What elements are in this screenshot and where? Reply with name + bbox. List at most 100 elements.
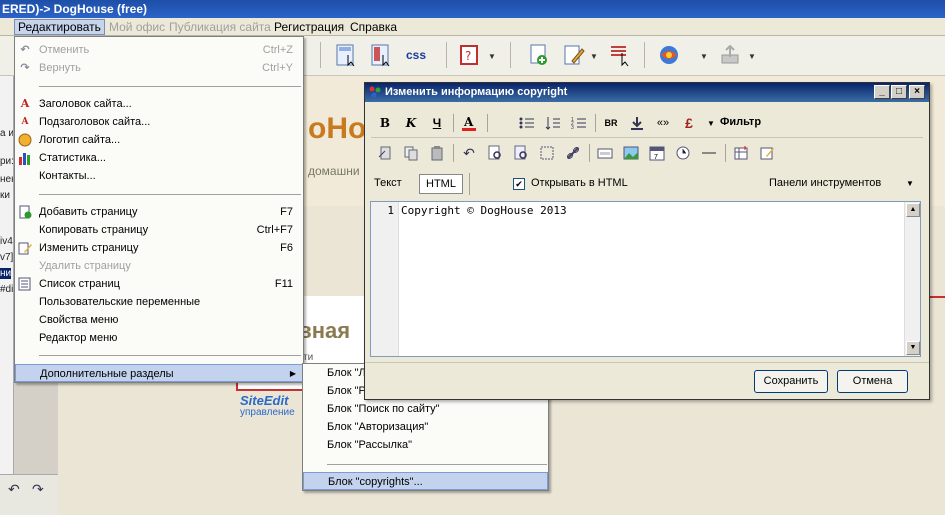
menu-registration[interactable]: Регистрация [271,19,347,35]
filter-button[interactable]: Фильтр [720,116,761,128]
menu-item-contacts[interactable]: Контакты... [15,167,303,185]
chevron-down-icon[interactable]: ▼ [906,179,914,188]
menu-edit[interactable]: Редактировать [14,19,105,35]
bullet-list-icon[interactable] [517,114,537,132]
menu-item-add-page[interactable]: Добавить страницу F7 [15,203,303,221]
menu-item-site-title[interactable]: A Заголовок сайта... [15,95,303,113]
left-panel: а и ри: нен ки iv4 v7] ни #di [0,76,14,515]
numbered-list-icon[interactable]: 123 [569,114,589,132]
save-button[interactable]: Сохранить [754,370,828,393]
code-editor[interactable]: 1 Copyright © DogHouse 2013 ▲ ▼ [370,201,921,357]
menu-item-redo[interactable]: ↷ Вернуть Ctrl+Y [15,59,303,77]
menu-my-office[interactable]: Мой офис [106,19,168,35]
cancel-button[interactable]: Отмена [837,370,908,393]
menu-item-site-logo[interactable]: Логотип сайта... [15,131,303,149]
submenu-arrow-icon: ▶ [289,369,296,378]
image-icon[interactable] [621,144,641,162]
page-layout-icon[interactable] [332,41,360,69]
left-panel-text: v7] [0,252,14,263]
add-page-icon [18,205,32,219]
replace-icon[interactable] [511,144,531,162]
code-icon[interactable]: «» [653,114,673,132]
toolbar-separator [589,144,590,162]
horizontal-rule-icon[interactable] [699,144,719,162]
maximize-button[interactable]: □ [891,85,907,99]
svg-text:7: 7 [654,154,658,161]
chevron-down-icon[interactable]: ▼ [488,52,496,61]
left-panel-text-selected[interactable]: ни [0,268,12,279]
calendar-icon[interactable]: 7 [647,144,667,162]
form-icon[interactable] [595,144,615,162]
scroll-up-icon[interactable]: ▲ [906,203,920,217]
redo-icon[interactable]: ↷ [32,481,44,498]
line-break-icon[interactable]: BR [601,114,621,132]
submenu-item-mailing[interactable]: Блок "Рассылка" [303,436,548,454]
menu-help[interactable]: Справка [347,19,400,35]
siteedit-logo[interactable]: SiteEdit управление [240,394,295,418]
svg-text:A: A [463,115,474,129]
find-icon[interactable] [485,144,505,162]
toolbars-panels-label[interactable]: Панели инструментов [769,177,881,189]
bold-icon[interactable]: B [375,114,395,132]
chevron-down-icon[interactable]: ▼ [700,52,708,61]
left-panel-text: #di [0,284,14,295]
toolbar-separator [446,42,447,68]
menu-item-menu-properties[interactable]: Свойства меню [15,311,303,329]
insert-icon[interactable] [627,114,647,132]
cut-icon[interactable] [375,144,395,162]
menu-item-page-list[interactable]: Список страниц F11 [15,275,303,293]
submenu-item-copyrights[interactable]: Блок "copyrights"... [303,472,548,490]
page-list-icon[interactable] [606,41,634,69]
submenu-item-site-search[interactable]: Блок "Поиск по сайту" [303,400,548,418]
css-icon[interactable]: css [402,41,430,69]
edit-properties-icon[interactable] [757,144,777,162]
menu-item-undo[interactable]: ↶ Отменить Ctrl+Z [15,41,303,59]
menu-separator [39,86,301,87]
add-page-icon[interactable] [525,41,553,69]
sort-list-icon[interactable] [543,114,563,132]
vertical-scrollbar[interactable]: ▲ ▼ [904,202,920,356]
menu-item-edit-page[interactable]: Изменить страницу F6 [15,239,303,257]
chevron-down-icon[interactable]: ▼ [590,52,598,61]
chevron-down-icon[interactable]: ▼ [748,52,756,61]
line-number-gutter: 1 [371,202,399,356]
open-html-checkbox[interactable]: ✔ [513,178,525,190]
insert-table-icon[interactable] [731,144,751,162]
minimize-button[interactable]: _ [874,85,890,99]
close-button[interactable]: × [909,85,925,99]
submenu-item-authorization[interactable]: Блок "Авторизация" [303,418,548,436]
menu-item-site-subtitle[interactable]: A Подзаголовок сайта... [15,113,303,131]
dialog-title-bar: Изменить информацию copyright _ □ × [365,83,929,102]
page-settings-icon[interactable] [367,41,395,69]
menu-item-statistics[interactable]: Статистика... [15,149,303,167]
tab-text[interactable]: Текст [368,174,408,194]
site-title-icon: A [20,97,30,110]
link-icon[interactable] [563,144,583,162]
copy-icon[interactable] [401,144,421,162]
siteedit-label: SiteEdit [240,393,289,408]
underline-icon[interactable]: Ч [427,114,447,132]
select-all-icon[interactable] [537,144,557,162]
paste-icon[interactable] [427,144,447,162]
menu-item-additional-sections[interactable]: Дополнительные разделы ▶ [15,364,303,382]
menu-item-copy-page[interactable]: Копировать страницу Ctrl+F7 [15,221,303,239]
undo-icon[interactable]: ↶ [459,144,479,162]
italic-icon[interactable]: K [401,114,421,132]
special-chars-icon[interactable]: £ [679,114,699,132]
menu-item-user-variables[interactable]: Пользовательские переменные [15,293,303,311]
menu-publish-site[interactable]: Публикация сайта [166,19,274,35]
clock-icon[interactable] [673,144,693,162]
undo-icon[interactable]: ↶ [8,481,20,498]
code-text[interactable]: Copyright © DogHouse 2013 [401,204,567,217]
publish-icon[interactable] [716,41,744,69]
menu-item-delete-page[interactable]: Удалить страницу [15,257,303,275]
help-icon[interactable]: ? [455,41,483,69]
menu-item-menu-editor[interactable]: Редактор меню [15,329,303,347]
scroll-down-icon[interactable]: ▼ [906,341,920,355]
edit-page-icon[interactable] [560,41,588,69]
tab-html[interactable]: HTML [419,174,463,194]
left-panel-text: ри: [0,156,14,167]
font-color-icon[interactable]: A [459,114,479,132]
chevron-down-icon[interactable]: ▼ [701,114,721,132]
browser-icon[interactable] [655,41,683,69]
